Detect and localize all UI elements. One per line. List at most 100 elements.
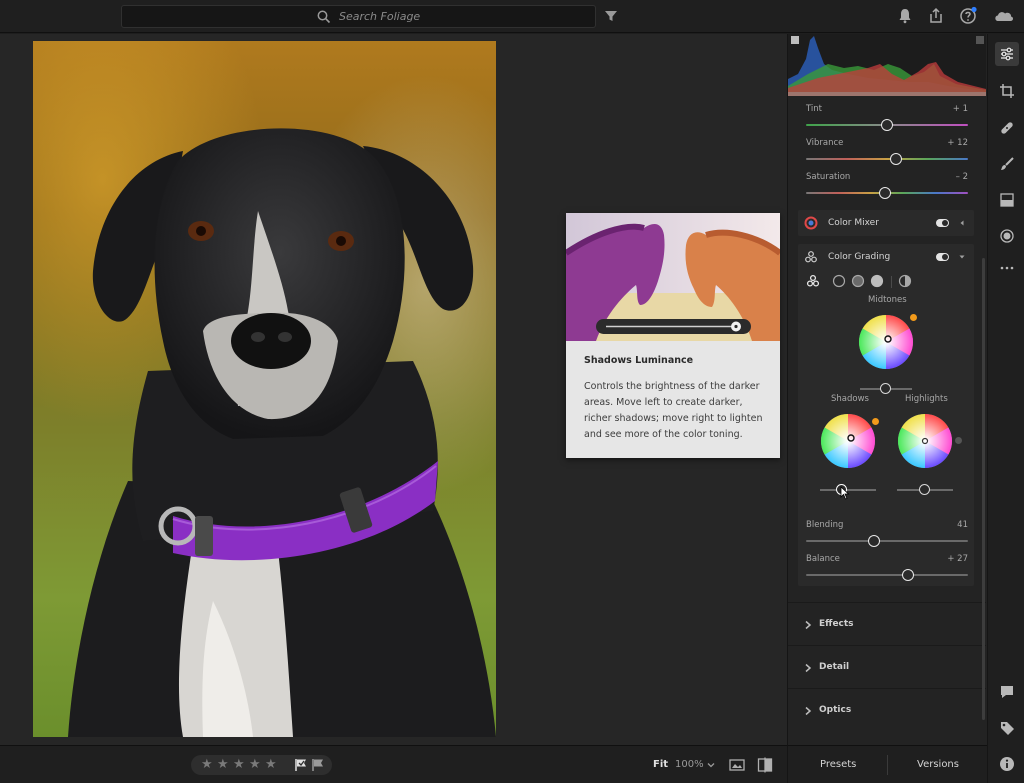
- rating-star-2[interactable]: ★: [217, 757, 229, 772]
- vibrance-value[interactable]: + 12: [947, 138, 968, 148]
- brush-icon: [1001, 157, 1014, 170]
- tint-knob[interactable]: [881, 119, 893, 131]
- color-mixer-header[interactable]: Color Mixer: [798, 210, 974, 236]
- global-mode-icon[interactable]: [898, 274, 912, 288]
- keyword-tag-icon: [1001, 722, 1014, 735]
- linear-gradient-tool[interactable]: [995, 188, 1019, 212]
- top-bar: Search Foliage: [0, 0, 1024, 33]
- highlight-clipping-toggle[interactable]: [976, 36, 984, 44]
- optics-section[interactable]: Optics: [788, 688, 986, 732]
- color-mixer-toggle[interactable]: [936, 219, 949, 227]
- balance-label: Balance: [806, 554, 840, 564]
- info-icon: [1000, 757, 1014, 771]
- blending-value[interactable]: 41: [957, 520, 968, 530]
- tint-value[interactable]: + 1: [953, 104, 968, 114]
- reject-flag-icon[interactable]: [311, 758, 325, 772]
- cloud-icon[interactable]: [992, 6, 1016, 26]
- color-mixer-title: Color Mixer: [828, 218, 879, 228]
- healing-icon: [1001, 122, 1013, 134]
- saturation-value[interactable]: – 2: [956, 172, 968, 182]
- color-grading-section: Color Grading Midtones Shadows Highlight…: [798, 244, 974, 586]
- balance-knob[interactable]: [902, 569, 914, 581]
- panel-tabs: Presets Versions: [787, 745, 987, 783]
- keywords-tool[interactable]: [995, 716, 1019, 740]
- zoom-level[interactable]: 100%: [675, 759, 704, 770]
- shadows-color-wheel[interactable]: [820, 413, 876, 469]
- crop-tool[interactable]: [995, 79, 1019, 103]
- share-icon[interactable]: [926, 6, 946, 26]
- edit-sliders-icon: [1001, 47, 1013, 61]
- compare-view-icon[interactable]: [757, 757, 773, 773]
- rating-star-4[interactable]: ★: [249, 757, 261, 772]
- tool-strip: [987, 34, 1024, 783]
- chevron-down-icon[interactable]: [958, 253, 966, 261]
- color-grading-toggle[interactable]: [936, 253, 949, 261]
- bottom-toolbar: ★ ★ ★ ★ ★ Fit 100%: [0, 745, 787, 783]
- comments-tool[interactable]: [995, 680, 1019, 704]
- effects-title: Effects: [819, 619, 854, 629]
- search-input[interactable]: Search Foliage: [121, 5, 596, 28]
- tint-label: Tint: [806, 104, 823, 114]
- help-icon[interactable]: [958, 6, 978, 26]
- linear-gradient-icon: [1000, 193, 1014, 207]
- info-tool[interactable]: [995, 752, 1019, 776]
- highlights-color-wheel[interactable]: [897, 413, 953, 469]
- vibrance-label: Vibrance: [806, 138, 844, 148]
- highlights-luminance-knob[interactable]: [919, 484, 930, 495]
- comment-icon: [1001, 686, 1013, 698]
- fit-button[interactable]: Fit: [653, 759, 668, 770]
- bell-icon[interactable]: [895, 6, 915, 26]
- color-grading-icon: [805, 251, 817, 263]
- highlights-inactive-dot: [955, 437, 962, 444]
- brush-tool[interactable]: [995, 152, 1019, 176]
- chevron-down-icon[interactable]: [706, 760, 716, 770]
- saturation-knob[interactable]: [879, 187, 891, 199]
- chevron-left-icon[interactable]: [958, 219, 966, 227]
- shadows-mode-icon[interactable]: [832, 274, 846, 288]
- blending-track[interactable]: [806, 540, 968, 542]
- panel-scrollbar[interactable]: [982, 258, 985, 720]
- before-after-icon[interactable]: [729, 757, 745, 773]
- more-tools[interactable]: [995, 256, 1019, 280]
- presets-button[interactable]: Presets: [820, 759, 856, 770]
- color-grading-title: Color Grading: [828, 252, 891, 262]
- rating-star-3[interactable]: ★: [233, 757, 245, 772]
- color-mixer-icon: [804, 216, 818, 230]
- chevron-right-icon: [805, 663, 812, 673]
- rating-star-1[interactable]: ★: [201, 757, 213, 772]
- midtones-luminance-knob[interactable]: [880, 383, 891, 394]
- color-grading-header[interactable]: Color Grading: [798, 244, 974, 270]
- tooltip-card: Shadows Luminance Controls the brightnes…: [566, 213, 780, 458]
- vibrance-knob[interactable]: [890, 153, 902, 165]
- vibrance-track[interactable]: [806, 158, 968, 160]
- versions-button[interactable]: Versions: [917, 759, 959, 770]
- histogram: [788, 34, 986, 96]
- midtones-mode-icon[interactable]: [851, 274, 865, 288]
- three-way-mode-icon[interactable]: [806, 274, 820, 288]
- main-photo[interactable]: [33, 41, 496, 737]
- radial-gradient-tool[interactable]: [995, 224, 1019, 248]
- midtones-label: Midtones: [868, 295, 907, 305]
- shadow-clipping-toggle[interactable]: [791, 36, 799, 44]
- star-rating[interactable]: ★ ★ ★ ★ ★: [191, 755, 332, 775]
- effects-section[interactable]: Effects: [788, 602, 986, 646]
- detail-section[interactable]: Detail: [788, 645, 986, 689]
- healing-tool[interactable]: [995, 116, 1019, 140]
- balance-value[interactable]: + 27: [947, 554, 968, 564]
- color-mixer-section[interactable]: Color Mixer: [798, 210, 974, 236]
- midtones-color-wheel[interactable]: [858, 314, 914, 370]
- tooltip-illustration: [566, 213, 780, 341]
- rating-star-5[interactable]: ★: [265, 757, 277, 772]
- highlights-mode-icon[interactable]: [870, 274, 884, 288]
- blending-knob[interactable]: [868, 535, 880, 547]
- balance-track[interactable]: [806, 574, 968, 576]
- more-icon: [1000, 266, 1014, 270]
- edit-tool[interactable]: [995, 42, 1019, 66]
- pick-flag-icon[interactable]: [294, 758, 308, 772]
- saturation-label: Saturation: [806, 172, 851, 182]
- search-icon: [317, 10, 331, 24]
- filter-icon[interactable]: [604, 9, 618, 23]
- optics-title: Optics: [819, 705, 852, 715]
- tooltip-title: Shadows Luminance: [584, 355, 694, 366]
- cursor-pointer-icon: [840, 486, 850, 500]
